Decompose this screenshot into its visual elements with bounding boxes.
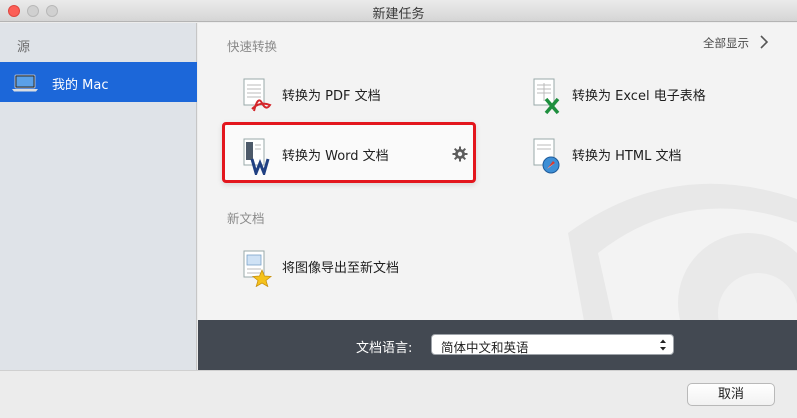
up-down-arrows-icon — [660, 339, 666, 351]
quick-convert-section-title: 快速转换 — [227, 39, 278, 54]
task-label: 转换为 PDF 文档 — [282, 89, 381, 104]
document-language-value: 简体中文和英语 — [441, 340, 529, 355]
task-convert-word[interactable]: 转换为 Word 文档 — [240, 137, 460, 181]
word-document-icon — [243, 138, 270, 175]
task-export-image[interactable]: 将图像导出至新文档 — [240, 249, 460, 293]
cancel-button[interactable]: 取消 — [687, 383, 775, 406]
watermark-eye-icon — [568, 183, 797, 320]
task-convert-excel[interactable]: 转换为 Excel 电子表格 — [530, 77, 770, 121]
new-task-window: 新建任务 源 我的 Mac 快速转换 全部显示 转换为 PDF 文档 转换为 E… — [0, 0, 797, 418]
language-bar: 文档语言: 简体中文和英语 — [198, 320, 797, 370]
task-label: 转换为 HTML 文档 — [572, 149, 682, 164]
task-convert-html[interactable]: 转换为 HTML 文档 — [530, 137, 770, 181]
bottom-bar: 取消 — [0, 370, 797, 418]
title-bar: 新建任务 — [0, 0, 797, 22]
show-all-link[interactable]: 全部显示 — [703, 35, 749, 51]
sidebar: 源 我的 Mac — [0, 23, 197, 370]
pdf-document-icon — [243, 78, 272, 112]
html-document-icon — [533, 138, 560, 174]
macbook-icon — [12, 74, 38, 92]
excel-document-icon — [533, 78, 560, 115]
image-export-icon — [243, 250, 273, 287]
chevron-right-icon[interactable] — [759, 35, 769, 49]
task-panel: 快速转换 全部显示 转换为 PDF 文档 转换为 Excel 电子表格 转换为 … — [198, 23, 797, 320]
document-language-label: 文档语言: — [356, 341, 413, 356]
sidebar-item-my-mac[interactable]: 我的 Mac — [0, 62, 197, 102]
gear-icon[interactable] — [452, 146, 468, 162]
task-label: 将图像导出至新文档 — [282, 261, 400, 276]
task-convert-pdf[interactable]: 转换为 PDF 文档 — [240, 77, 460, 121]
sidebar-header: 源 — [17, 40, 31, 55]
task-label: 转换为 Word 文档 — [282, 149, 389, 164]
sidebar-item-label: 我的 Mac — [52, 78, 109, 93]
task-label: 转换为 Excel 电子表格 — [572, 89, 706, 104]
window-title: 新建任务 — [372, 7, 425, 22]
document-language-select[interactable]: 简体中文和英语 — [431, 334, 674, 355]
new-document-section-title: 新文档 — [227, 211, 265, 226]
